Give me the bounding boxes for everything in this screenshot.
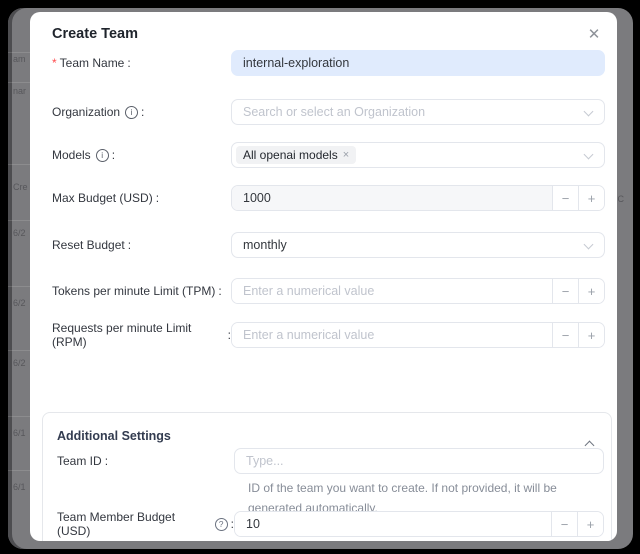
team-name-label: * Team Name :: [52, 56, 231, 70]
additional-settings-panel: Additional Settings Team ID : ID of the …: [42, 412, 612, 541]
increment-button[interactable]: +: [577, 512, 603, 536]
models-label: Models i :: [52, 148, 231, 162]
organization-row: Organization i : Search or select an Org…: [52, 99, 605, 125]
question-icon[interactable]: ?: [215, 518, 228, 531]
bg-text-fragment: 6/2: [13, 228, 26, 238]
increment-button[interactable]: +: [578, 323, 604, 347]
tag-remove-icon[interactable]: ×: [343, 149, 349, 161]
rpm-stepper: − +: [231, 322, 605, 348]
collapse-toggle[interactable]: [575, 429, 597, 443]
bg-text-fragment: am: [13, 54, 26, 64]
bg-text-fragment: 6/1: [13, 428, 26, 438]
info-icon[interactable]: i: [125, 106, 138, 119]
decrement-button[interactable]: −: [552, 279, 578, 303]
rpm-row: Requests per minute Limit (RPM) : − +: [52, 322, 605, 348]
decrement-button[interactable]: −: [552, 323, 578, 347]
team-id-label: Team ID :: [57, 454, 234, 468]
max-budget-stepper: − +: [231, 185, 605, 211]
rpm-label: Requests per minute Limit (RPM) :: [52, 321, 231, 349]
bg-text-fragment: C: [618, 194, 625, 204]
tpm-stepper: − +: [231, 278, 605, 304]
models-row: Models i : All openai models ×: [52, 142, 605, 168]
tpm-label: Tokens per minute Limit (TPM) :: [52, 284, 231, 298]
max-budget-input[interactable]: [232, 186, 552, 210]
team-name-row: * Team Name :: [52, 50, 605, 76]
team-id-row: Team ID :: [57, 448, 604, 474]
bg-text-fragment: 6/2: [13, 298, 26, 308]
bg-text-fragment: nar: [13, 86, 26, 96]
reset-budget-row: Reset Budget : monthly: [52, 232, 605, 258]
models-select[interactable]: All openai models ×: [231, 142, 605, 168]
decrement-button[interactable]: −: [552, 186, 578, 210]
bg-text-fragment: Cre: [13, 182, 28, 192]
tpm-row: Tokens per minute Limit (TPM) : − +: [52, 278, 605, 304]
bg-text-fragment: 6/1: [13, 482, 26, 492]
member-budget-stepper: − +: [234, 511, 604, 537]
create-team-modal: Create Team ✕ * Team Name : Organization…: [30, 12, 617, 541]
organization-placeholder: Search or select an Organization: [243, 105, 425, 119]
modal-title: Create Team: [52, 26, 138, 42]
screen: am nar Cre 6/2 6/2 6/2 6/1 6/1 C Create …: [0, 0, 640, 554]
increment-button[interactable]: +: [578, 186, 604, 210]
team-name-input[interactable]: [231, 50, 605, 76]
model-tag-label: All openai models: [243, 148, 338, 162]
info-icon[interactable]: i: [96, 149, 109, 162]
max-budget-row: Max Budget (USD) : − +: [52, 185, 605, 211]
team-id-input[interactable]: [234, 448, 604, 474]
member-budget-label: Team Member Budget (USD) ? :: [57, 510, 234, 538]
organization-label: Organization i :: [52, 105, 231, 119]
required-asterisk: *: [52, 56, 57, 70]
close-icon[interactable]: ✕: [583, 24, 605, 46]
additional-settings-title: Additional Settings: [57, 429, 171, 443]
model-tag: All openai models ×: [236, 146, 356, 164]
rpm-input[interactable]: [232, 323, 552, 347]
tpm-input[interactable]: [232, 279, 552, 303]
organization-select[interactable]: Search or select an Organization: [231, 99, 605, 125]
reset-budget-value: monthly: [243, 238, 287, 252]
bg-text-fragment: 6/2: [13, 358, 26, 368]
max-budget-label: Max Budget (USD) :: [52, 191, 231, 205]
reset-budget-label: Reset Budget :: [52, 238, 231, 252]
member-budget-input[interactable]: [235, 512, 551, 536]
reset-budget-select[interactable]: monthly: [231, 232, 605, 258]
decrement-button[interactable]: −: [551, 512, 577, 536]
member-budget-row: Team Member Budget (USD) ? : − +: [57, 511, 604, 537]
increment-button[interactable]: +: [578, 279, 604, 303]
